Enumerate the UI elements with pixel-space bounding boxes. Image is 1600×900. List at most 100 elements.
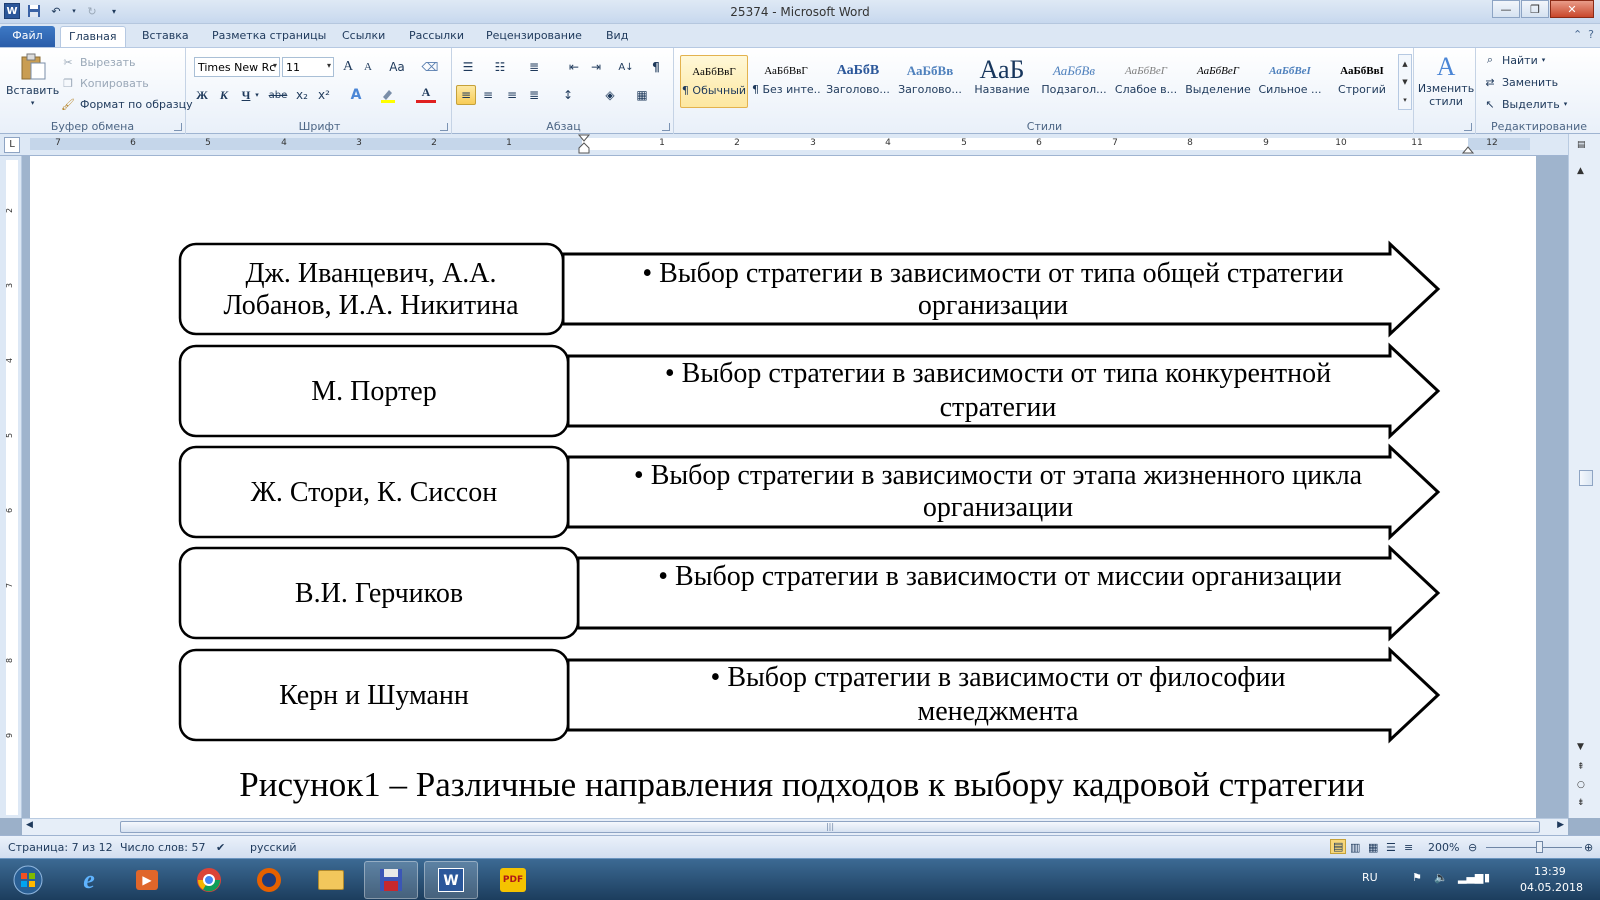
scroll-down-icon[interactable]: ▼: [1577, 742, 1584, 752]
vertical-scroll-thumb[interactable]: [1579, 470, 1593, 486]
tab-insert[interactable]: Вставка: [134, 26, 197, 47]
change-styles-button[interactable]: A Изменить стили: [1418, 52, 1474, 108]
find-button[interactable]: ⌕ Найти ▾: [1482, 52, 1545, 68]
tab-selector[interactable]: L: [4, 137, 20, 153]
tab-file[interactable]: Файл: [0, 26, 55, 47]
grow-font-button[interactable]: A: [338, 57, 358, 77]
power-icon[interactable]: ▮: [1484, 871, 1490, 884]
chrome-icon[interactable]: [182, 861, 236, 899]
browse-object-icon[interactable]: ○: [1577, 780, 1585, 790]
paragraph-dialog-launcher[interactable]: [662, 123, 670, 131]
numbering-icon[interactable]: ☷: [490, 57, 510, 77]
horizontal-scrollbar[interactable]: ◀ ||| ▶: [22, 818, 1568, 835]
zoom-slider-thumb[interactable]: [1536, 841, 1543, 853]
redo-icon[interactable]: ↻: [84, 3, 100, 19]
tab-page-layout[interactable]: Разметка страницы: [204, 26, 334, 47]
bullets-icon[interactable]: ☰: [458, 57, 478, 77]
styles-dialog-launcher[interactable]: [1464, 123, 1472, 131]
clock-date[interactable]: 04.05.2018: [1520, 881, 1583, 894]
style-intense-emphasis[interactable]: АаБбВеІ Сильное ...: [1256, 55, 1324, 108]
subscript-button[interactable]: x₂: [292, 85, 312, 105]
scroll-right-icon[interactable]: ▶: [1557, 820, 1564, 830]
align-center-icon[interactable]: ≡: [478, 85, 498, 105]
minimize-ribbon-icon[interactable]: ⌃: [1573, 28, 1582, 41]
font-dialog-launcher[interactable]: [440, 123, 448, 131]
style-subtle-emphasis[interactable]: АаБбВеГ Слабое в...: [1112, 55, 1180, 108]
font-size-combo[interactable]: 11 ▾: [282, 57, 334, 77]
tab-home[interactable]: Главная: [60, 26, 126, 47]
zoom-in-icon[interactable]: ⊕: [1584, 841, 1593, 854]
previous-page-icon[interactable]: ⇞: [1577, 762, 1585, 772]
spellcheck-icon[interactable]: ✔: [216, 841, 225, 854]
start-button-icon[interactable]: [2, 861, 54, 899]
ruler-toggle-icon[interactable]: ▤: [1577, 140, 1586, 150]
shading-icon[interactable]: ◈: [600, 85, 620, 105]
close-button[interactable]: ✕: [1550, 0, 1594, 18]
format-painter-button[interactable]: 🖌 Формат по образцу: [60, 96, 193, 112]
zoom-level[interactable]: 200%: [1428, 841, 1459, 854]
select-button[interactable]: ↖ Выделить ▾: [1482, 96, 1567, 112]
tab-mailings[interactable]: Рассылки: [401, 26, 472, 47]
language[interactable]: русский: [250, 841, 297, 854]
next-page-icon[interactable]: ⇟: [1577, 798, 1585, 808]
keyboard-language[interactable]: RU: [1362, 871, 1378, 884]
minimize-button[interactable]: —: [1492, 0, 1520, 18]
word-app-icon[interactable]: W: [4, 3, 20, 19]
style-subtitle[interactable]: АаБбВв Подзагол...: [1040, 55, 1108, 108]
document-page[interactable]: Дж. Иванцевич, А.А. Лобанов, И.А. Никити…: [30, 156, 1536, 818]
borders-icon[interactable]: ▦: [632, 85, 652, 105]
pdf-reader-icon[interactable]: PDF: [486, 861, 540, 899]
scroll-left-icon[interactable]: ◀: [26, 820, 33, 830]
horizontal-ruler[interactable]: L 7 6 5 4 3 2 1 1 2 3 4 5 6 7 8 9 10 11 …: [0, 134, 1600, 156]
undo-dropdown-icon[interactable]: ▾: [70, 3, 78, 19]
full-screen-view-icon[interactable]: ▥: [1350, 841, 1360, 854]
underline-dropdown-icon[interactable]: ▾: [252, 85, 262, 105]
align-right-icon[interactable]: ≡: [502, 85, 522, 105]
document-area[interactable]: Дж. Иванцевич, А.А. Лобанов, И.А. Никити…: [22, 156, 1568, 818]
line-spacing-icon[interactable]: ↕: [558, 85, 578, 105]
increase-indent-icon[interactable]: ⇥: [586, 57, 606, 77]
clock-time[interactable]: 13:39: [1534, 865, 1566, 878]
font-name-combo[interactable]: Times New Rc ▾: [194, 57, 280, 77]
justify-icon[interactable]: ≣: [524, 85, 544, 105]
tab-view[interactable]: Вид: [598, 26, 636, 47]
style-emphasis[interactable]: АаБбВеГ Выделение: [1184, 55, 1252, 108]
style-heading-1[interactable]: АаБбВ Заголово...: [824, 55, 892, 108]
undo-icon[interactable]: ↶: [48, 3, 64, 19]
highlight-icon[interactable]: [378, 85, 398, 105]
outline-view-icon[interactable]: ☰: [1386, 841, 1396, 854]
file-explorer-icon[interactable]: [304, 861, 358, 899]
save-icon[interactable]: [26, 3, 42, 19]
network-icon[interactable]: ▂▄▆: [1458, 871, 1483, 884]
volume-icon[interactable]: 🔈: [1434, 871, 1448, 884]
replace-button[interactable]: ⇄ Заменить: [1482, 74, 1558, 90]
page-counter[interactable]: Страница: 7 из 12: [8, 841, 113, 854]
multilevel-list-icon[interactable]: ≣: [524, 57, 544, 77]
show-marks-button[interactable]: ¶: [646, 57, 666, 77]
scroll-up-icon[interactable]: ▲: [1577, 166, 1584, 176]
text-effects-icon[interactable]: A: [346, 85, 366, 105]
superscript-button[interactable]: x²: [314, 85, 334, 105]
style-no-spacing[interactable]: АаБбВвГ ¶ Без инте...: [752, 55, 820, 108]
sort-icon[interactable]: A↓: [616, 57, 636, 77]
style-normal[interactable]: АаБбВвГ ¶ Обычный: [680, 55, 748, 108]
vertical-ruler[interactable]: 2 3 4 5 6 7 8 9: [0, 156, 22, 818]
bold-button[interactable]: Ж: [192, 85, 212, 105]
cut-button[interactable]: ✂ Вырезать: [60, 54, 135, 70]
media-player-icon[interactable]: ▶: [120, 861, 174, 899]
maximize-button[interactable]: ❐: [1521, 0, 1549, 18]
zoom-slider-track[interactable]: [1486, 847, 1582, 848]
tab-review[interactable]: Рецензирование: [478, 26, 590, 47]
draft-view-icon[interactable]: ≡: [1404, 841, 1413, 854]
copy-button[interactable]: ❐ Копировать: [60, 75, 149, 91]
horizontal-scroll-thumb[interactable]: |||: [120, 821, 1540, 833]
change-case-button[interactable]: Aa: [384, 57, 410, 77]
right-indent-marker-icon[interactable]: [1462, 144, 1474, 154]
tab-references[interactable]: Ссылки: [334, 26, 393, 47]
word-count[interactable]: Число слов: 57: [120, 841, 206, 854]
styles-gallery-scroll[interactable]: ▲ ▼ ▾: [1398, 54, 1412, 110]
clipboard-dialog-launcher[interactable]: [174, 123, 182, 131]
paste-button[interactable]: Вставить ▾: [6, 52, 59, 107]
firefox-icon[interactable]: [242, 861, 296, 899]
save-floppy-app-icon[interactable]: [364, 861, 418, 899]
